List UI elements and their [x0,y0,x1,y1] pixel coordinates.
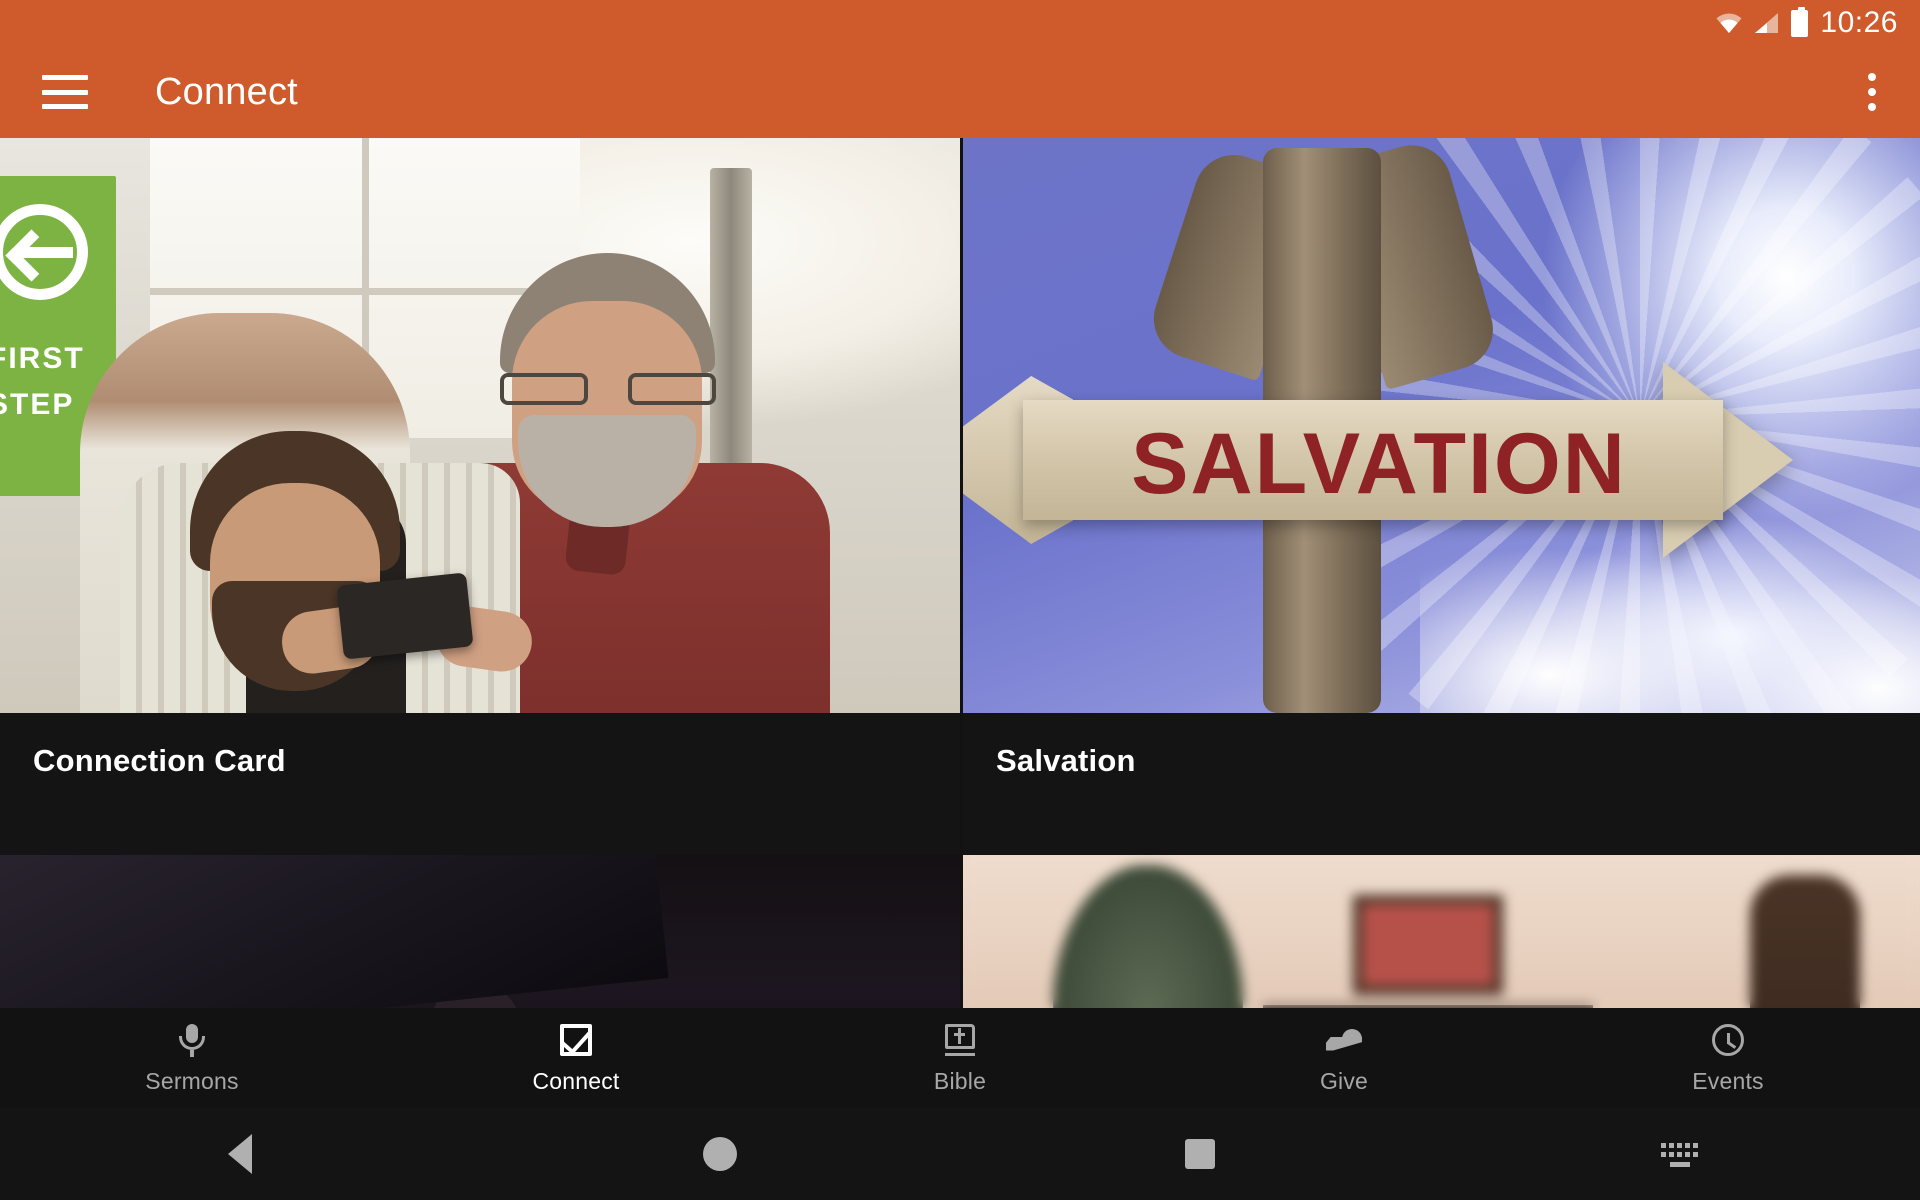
banner-line-1: FIRST [0,342,85,375]
clock-icon [1712,1022,1744,1058]
content-grid[interactable]: FIRST STEP [0,138,1920,1008]
phone-device [336,572,474,660]
connection-card-image: FIRST STEP [0,138,960,713]
recents-icon [1185,1139,1215,1169]
status-bar: 10:26 [0,0,1920,46]
bible-book-icon [945,1022,975,1058]
blur-overlay [963,855,1920,1008]
back-icon [228,1134,252,1174]
stage-speaker [430,985,520,1008]
salvation-image: SALVATION [963,138,1920,713]
keyboard-button[interactable] [1440,1141,1920,1167]
home-button[interactable] [480,1137,960,1171]
tab-label: Sermons [145,1067,239,1094]
giving-hand-icon [1326,1022,1362,1058]
page-title: Connect [155,70,298,113]
status-bar-icons [1715,6,1809,37]
banner-arrow-icon [0,204,88,300]
person-right-glasses [500,373,716,405]
home-icon [703,1137,737,1171]
checkbox-checked-icon [560,1022,592,1058]
stage-image [0,855,960,1008]
tab-sermons[interactable]: Sermons [0,1022,384,1095]
tab-label: Give [1319,1067,1369,1094]
overflow-menu-icon[interactable] [1868,73,1876,111]
tab-connect[interactable]: Connect [384,1022,768,1095]
tab-events[interactable]: Events [1536,1022,1920,1095]
card-salvation[interactable]: SALVATION Salvation [960,138,1920,855]
back-button[interactable] [0,1134,480,1174]
wifi-icon [1715,12,1743,34]
battery-icon [1791,6,1809,37]
card-title: Connection Card [33,743,286,778]
hamburger-menu-icon[interactable] [42,75,88,109]
sign-text: SALVATION [1131,416,1627,512]
tab-label: Events [1692,1067,1764,1094]
card-row2-right[interactable] [960,855,1920,1008]
tab-label: Bible [933,1067,987,1094]
bottom-tab-bar: Sermons Connect Bible Give Events [0,1008,1920,1108]
system-navigation-bar [0,1108,1920,1200]
tab-label: Connect [532,1067,620,1094]
banner-line-2: STEP [0,388,75,421]
cell-signal-icon [1754,12,1780,34]
app-root: 10:26 Connect FIRST STEP [0,0,1920,1200]
tab-bible[interactable]: Bible [768,1022,1152,1095]
recents-button[interactable] [960,1139,1440,1169]
christmas-room-image [963,855,1920,1008]
grid-row [0,855,1920,1008]
card-row2-left[interactable] [0,855,960,1008]
card-title: Salvation [996,743,1136,778]
app-bar: Connect [0,46,1920,138]
card-connection-card[interactable]: FIRST STEP [0,138,960,855]
microphone-icon [179,1022,205,1058]
tab-give[interactable]: Give [1152,1022,1536,1095]
keyboard-icon [1661,1141,1699,1167]
status-bar-clock: 10:26 [1820,6,1898,39]
grid-row: FIRST STEP [0,138,1920,855]
